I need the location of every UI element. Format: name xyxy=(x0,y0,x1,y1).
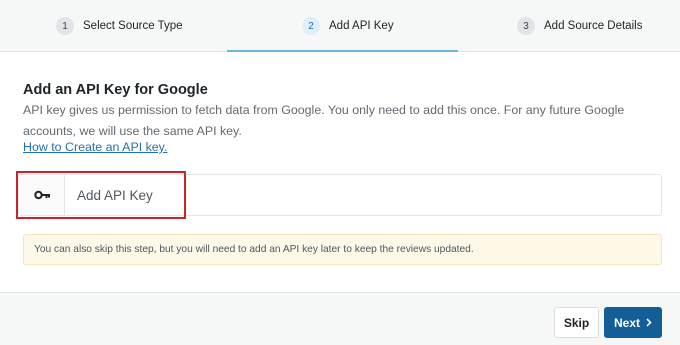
step-add-source-details[interactable]: 3 Add Source Details xyxy=(517,0,642,52)
step-label: Add Source Details xyxy=(544,20,643,32)
chevron-right-icon xyxy=(646,316,652,330)
step-label: Add API Key xyxy=(329,20,394,32)
how-to-create-api-key-link[interactable]: How to Create an API key. xyxy=(23,140,167,154)
key-icon xyxy=(19,175,65,215)
step-number: 3 xyxy=(517,17,535,35)
notice-text: You can also skip this step, but you wil… xyxy=(34,244,474,255)
step-number: 1 xyxy=(56,17,74,35)
main-panel: Add an API Key for Google API key gives … xyxy=(0,52,680,292)
next-button[interactable]: Next xyxy=(604,307,662,338)
next-button-label: Next xyxy=(613,315,640,330)
step-progress-bar: 1 Select Source Type 2 Add API Key 3 Add… xyxy=(0,0,680,52)
api-key-input[interactable] xyxy=(65,175,661,215)
skip-button[interactable]: Skip xyxy=(554,307,599,338)
api-key-field xyxy=(18,174,662,216)
step-number: 2 xyxy=(302,17,320,35)
page-title: Add an API Key for Google xyxy=(23,82,208,98)
description-text: API key gives us permission to fetch dat… xyxy=(23,103,625,138)
step-select-source-type[interactable]: 1 Select Source Type xyxy=(56,0,183,52)
skip-notice: You can also skip this step, but you wil… xyxy=(23,234,662,265)
footer-bar: Skip Next xyxy=(0,292,680,345)
step-add-api-key[interactable]: 2 Add API Key xyxy=(302,0,394,52)
step-label: Select Source Type xyxy=(83,20,183,32)
